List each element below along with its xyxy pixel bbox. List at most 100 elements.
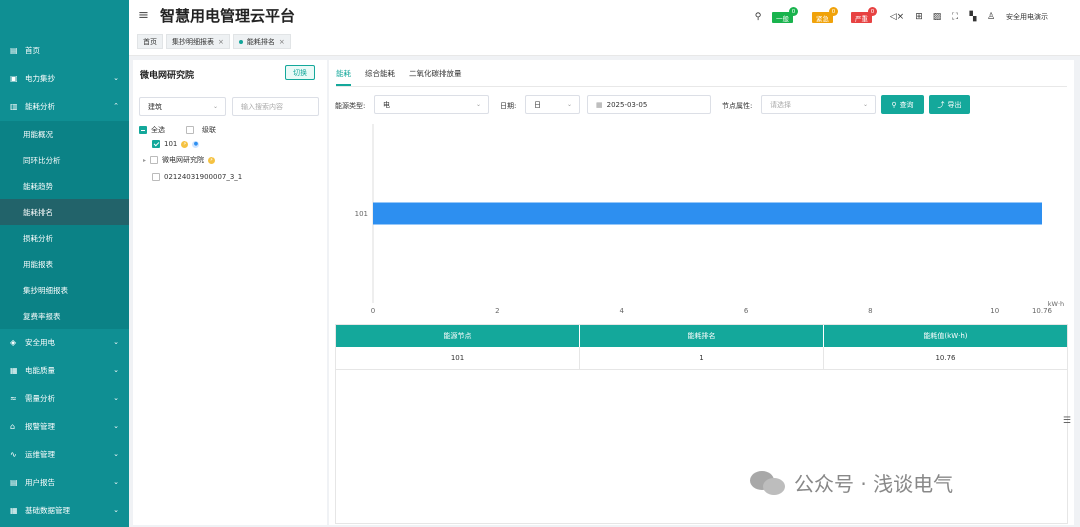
cascade-checkbox[interactable]: 级联	[186, 124, 216, 136]
sidebar-item-alarm[interactable]: ⌂ 报警管理 ⌄	[0, 413, 129, 439]
chevron-down-icon: ⌄	[113, 478, 119, 486]
tag-label: 集抄明细报表	[172, 37, 214, 46]
alert-label: 严重	[855, 14, 868, 23]
sidebar-item-label: 电力集抄	[25, 73, 55, 83]
select-all-checkbox[interactable]: 全选	[139, 124, 165, 136]
alert-label: 紧急	[816, 14, 829, 23]
sidebar-item-label: 需量分析	[25, 393, 55, 403]
sidebar-sub-ranking[interactable]: 能耗排名	[0, 199, 129, 225]
x-tick-label: 6	[744, 307, 749, 315]
alert-severe-button[interactable]: 严重 0	[851, 7, 877, 23]
sidebar-sub-yoy[interactable]: 同环比分析	[0, 147, 129, 173]
checkbox-icon	[186, 126, 194, 134]
chevron-down-icon: ⌄	[113, 74, 119, 82]
sidebar-item-quality[interactable]: ▦ 电能质量 ⌄	[0, 357, 129, 383]
sidebar-item-home[interactable]: ▤ 首页	[0, 37, 129, 63]
chevron-down-icon: ⌄	[113, 338, 119, 346]
sidebar-sub-label: 用能报表	[23, 259, 53, 269]
x-tick-label: 2	[495, 307, 499, 315]
sidebar-item-label: 能耗分析	[25, 101, 55, 111]
meter-icon: ▣	[10, 73, 18, 83]
checkbox-icon	[152, 173, 160, 181]
sidebar-sub-label: 能耗排名	[23, 207, 53, 217]
user-name[interactable]: 安全用电演示	[1006, 8, 1048, 26]
caret-right-icon[interactable]: ▸	[143, 157, 146, 164]
sidebar-sub-report[interactable]: 用能报表	[0, 251, 129, 277]
ranking-panel: 能耗 综合能耗 二氧化碳排放量 能源类型: 电 ⌄ 日期: 日 ⌄ ▦ 2025-03…	[329, 60, 1074, 525]
alert-count: 0	[829, 7, 838, 16]
shirt-icon[interactable]: ♙	[984, 8, 998, 26]
column-settings-icon[interactable]: ☰	[1063, 416, 1071, 426]
tree-search-input[interactable]: 输入搜索内容	[232, 97, 319, 116]
select-all-label: 全选	[151, 126, 165, 134]
table-cell: 101	[336, 347, 580, 369]
chevron-down-icon: ⌄	[212, 103, 218, 110]
sidebar-sub-label: 同环比分析	[23, 155, 61, 165]
sidebar-sub-label: 用能概况	[23, 129, 53, 139]
cascade-label: 级联	[202, 126, 216, 134]
tree-node-device[interactable]: 02124031900007_3_1	[152, 171, 242, 183]
close-icon[interactable]: ×	[218, 38, 224, 46]
tag-label: 能耗排名	[246, 37, 275, 46]
sidebar-item-base-data[interactable]: ▦ 基础数据管理 ⌄	[0, 497, 129, 523]
sidebar-item-label: 基础数据管理	[25, 505, 70, 515]
table-header-cell: 能耗排名	[580, 325, 824, 347]
fullscreen-icon[interactable]: ⛶	[948, 8, 962, 26]
header-actions: ⚲ 一般 0 紧急 0 严重 0 ◁× ⊞ ▨ ⛶ ▚ ♙ 安全用电演示	[750, 7, 1080, 26]
menu-toggle-icon[interactable]: ≡	[138, 8, 149, 23]
sidebar-item-ops[interactable]: ∿ 运维管理 ⌄	[0, 441, 129, 467]
sidebar-item-label: 电能质量	[25, 365, 55, 375]
table-cell: 10.76	[935, 354, 956, 362]
close-icon[interactable]: ×	[279, 38, 285, 46]
sidebar-sub-label: 集抄明细报表	[23, 285, 68, 295]
tree-node-101[interactable]: 101 ⚡ ●	[152, 138, 200, 150]
sidebar-item-user-report[interactable]: ▤ 用户报告 ⌄	[0, 469, 129, 495]
mute-icon[interactable]: ◁×	[890, 8, 904, 26]
chevron-down-icon: ⌄	[113, 506, 119, 514]
image-icon[interactable]: ▨	[930, 8, 944, 26]
search-placeholder: 输入搜索内容	[241, 102, 283, 111]
sidebar-item-safety[interactable]: ◈ 安全用电 ⌄	[0, 329, 129, 355]
sidebar-sub-loss[interactable]: 损耗分析	[0, 225, 129, 251]
checkbox-icon	[150, 156, 159, 164]
tag-detail-report[interactable]: 集抄明细报表 ×	[166, 34, 230, 49]
monitor-icon: ▦	[10, 365, 18, 375]
translate-icon[interactable]: ▚	[966, 8, 980, 26]
category-select[interactable]: 建筑 ⌄	[139, 97, 226, 116]
lightning-icon: ⚡	[181, 140, 189, 148]
sidebar-item-label: 用户报告	[25, 477, 55, 487]
water-icon: ●	[192, 140, 200, 148]
switch-button[interactable]: 切换	[285, 65, 315, 80]
sidebar-sub-rate-report[interactable]: 复费率报表	[0, 303, 129, 329]
fire-icon: ◈	[10, 337, 17, 347]
wave-icon: ≈	[10, 393, 17, 403]
tag-home[interactable]: 首页	[137, 34, 163, 49]
alert-urgent-button[interactable]: 紧急 0	[812, 7, 838, 23]
table-header-cell: 能源节点	[336, 325, 580, 347]
chevron-down-icon: ⌄	[113, 394, 119, 402]
home-icon: ▤	[10, 45, 18, 55]
x-tick-label: 10	[990, 307, 999, 315]
pulse-icon: ∿	[10, 449, 17, 459]
x-tick-label: 8	[868, 307, 872, 315]
chevron-down-icon: ⌄	[113, 450, 119, 458]
tree-node-label: 101	[164, 140, 178, 148]
org-tree-panel: 微电网研究院 切换 建筑 ⌄ 输入搜索内容 全选 级联 101 ⚡ ● ▸ 微电网研究院…	[133, 60, 327, 525]
sidebar-sub-detail-report[interactable]: 集抄明细报表	[0, 277, 129, 303]
x-tick-label: 4	[619, 307, 624, 315]
sidebar-item-label: 首页	[25, 45, 40, 55]
alert-normal-button[interactable]: 一般 0	[772, 7, 798, 23]
sidebar-sub-trend[interactable]: 能耗趋势	[0, 173, 129, 199]
alert-label: 一般	[776, 14, 789, 23]
sidebar-sub-overview[interactable]: 用能概况	[0, 121, 129, 147]
active-dot-icon	[238, 39, 243, 44]
alert-count: 0	[868, 7, 877, 16]
tag-ranking[interactable]: 能耗排名 ×	[232, 34, 291, 49]
sidebar-item-power-reading[interactable]: ▣ 电力集抄 ⌄	[0, 65, 129, 91]
sidebar-sub-label: 能耗趋势	[23, 181, 53, 191]
layout-icon[interactable]: ⊞	[912, 8, 926, 26]
sidebar-item-demand[interactable]: ≈ 需量分析 ⌄	[0, 385, 129, 411]
search-icon[interactable]: ⚲	[750, 8, 766, 26]
sidebar-item-energy-analysis[interactable]: ▥ 能耗分析 ⌃	[0, 93, 129, 119]
tree-node-institute[interactable]: ▸ 微电网研究院 ⚡	[143, 154, 216, 166]
